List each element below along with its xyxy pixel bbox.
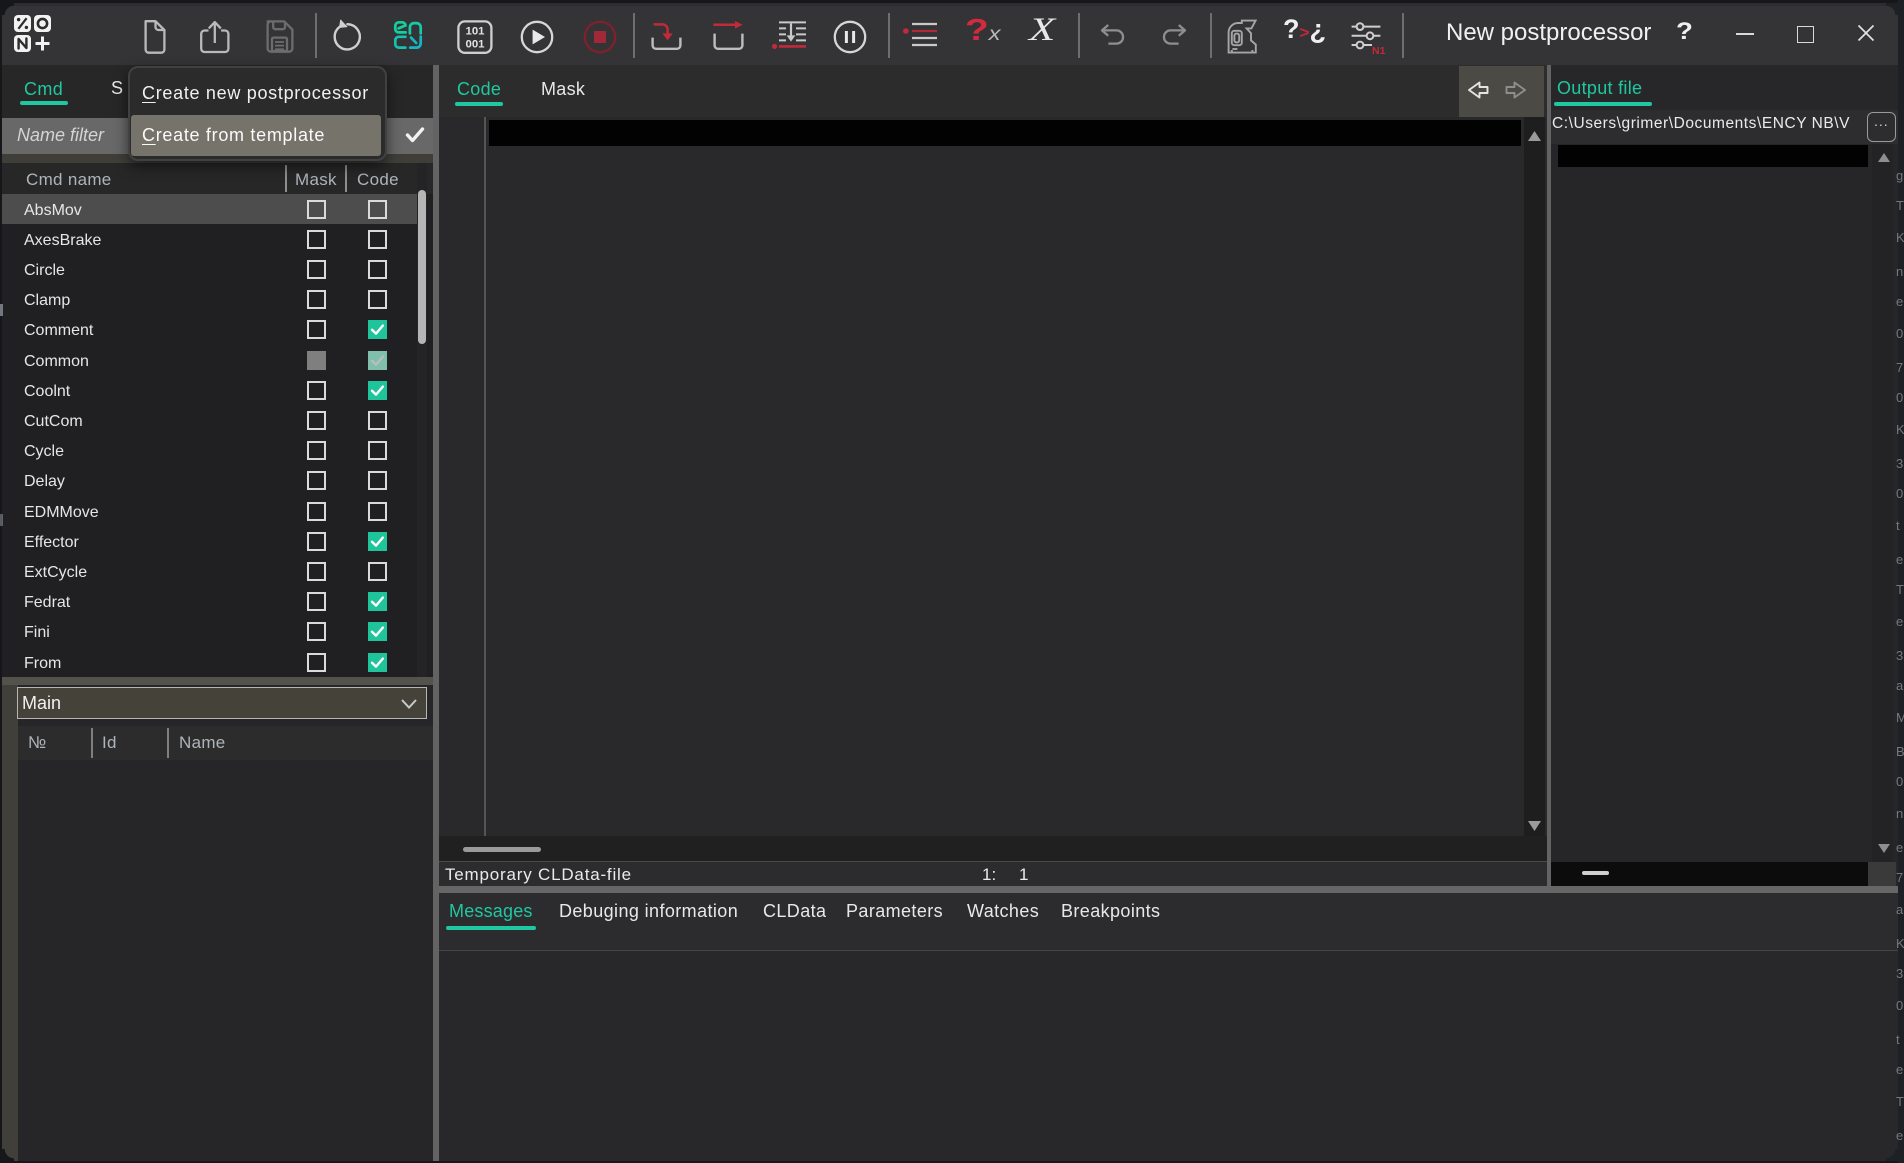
svg-text:101: 101 — [465, 26, 485, 38]
svg-text:N1: N1 — [1372, 45, 1386, 56]
svg-text:001: 001 — [465, 39, 485, 51]
